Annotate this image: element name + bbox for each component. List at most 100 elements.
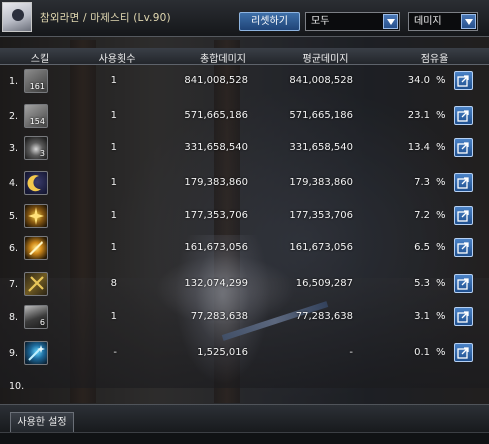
share-cell: 13.4 [407, 142, 430, 153]
share-cell: 6.5 [414, 242, 430, 253]
table-row: 4. 1 179,383,860 179,383,860 7.3 % [0, 167, 489, 199]
open-detail-icon[interactable] [454, 307, 473, 326]
share-cell: 0.1 [414, 347, 430, 358]
uses-cell: 1 [110, 242, 117, 253]
column-header-uses: 사용횟수 [98, 54, 136, 65]
open-detail-icon[interactable] [454, 238, 473, 257]
table-row: 6. 1 161,673,056 161,673,056 6.5 % [0, 232, 489, 264]
total-damage-cell: 331,658,540 [184, 142, 248, 153]
skill-9-icon [24, 341, 48, 365]
skill-2-icon: 154 [24, 104, 48, 128]
table-row: 3. 3 1 331,658,540 331,658,540 13.4 % [0, 132, 489, 164]
magic-wand-icon [28, 345, 45, 361]
column-header-share: 점유율 [420, 54, 449, 65]
scope-select-value: 모두 [311, 16, 330, 27]
sword-burst-icon [28, 207, 44, 225]
table-row: 7. 8 132,074,299 16,509,287 5.3 % [0, 268, 489, 300]
total-damage-cell: 77,283,638 [190, 311, 248, 322]
open-detail-icon[interactable] [454, 343, 473, 362]
row-index: 1. [9, 76, 19, 87]
percent-sign: % [436, 242, 446, 253]
average-damage-cell: 16,509,287 [295, 278, 353, 289]
reset-button[interactable]: 리셋하기 [239, 12, 300, 31]
share-cell: 23.1 [407, 110, 430, 121]
total-damage-cell: 177,353,706 [184, 210, 248, 221]
uses-cell: - [113, 347, 117, 358]
row-index: 5. [9, 211, 19, 222]
skill-6-icon [24, 236, 48, 260]
total-damage-cell: 1,525,016 [197, 347, 248, 358]
skill-icon-label: 6 [39, 318, 45, 327]
skill-icon-label: 154 [29, 117, 45, 126]
tab-used-settings[interactable]: 사용한 설정 [10, 412, 74, 432]
table-row: 9. - 1,525,016 - 0.1 % [0, 337, 489, 369]
share-cell: 3.1 [414, 311, 430, 322]
skill-7-icon [24, 272, 48, 296]
table-header: 스킬 사용횟수 총합데미지 평균데미지 점유율 [0, 48, 489, 65]
row-index: 10. [9, 381, 25, 392]
skill-icon-label: 3 [39, 149, 45, 158]
column-header-total-damage: 총합데미지 [200, 54, 246, 65]
share-cell: 5.3 [414, 278, 430, 289]
average-damage-cell: 77,283,638 [295, 311, 353, 322]
percent-sign: % [436, 142, 446, 153]
uses-cell: 1 [110, 311, 117, 322]
percent-sign: % [436, 347, 446, 358]
percent-sign: % [436, 210, 446, 221]
character-name: 참외라면 / 마제스티 (Lv.90) [40, 12, 171, 24]
table-row: 8. 6 1 77,283,638 77,283,638 3.1 % [0, 301, 489, 333]
total-damage-cell: 161,673,056 [184, 242, 248, 253]
percent-sign: % [436, 110, 446, 121]
average-damage-cell: - [349, 347, 353, 358]
total-damage-cell: 179,383,860 [184, 177, 248, 188]
average-damage-cell: 571,665,186 [289, 110, 353, 121]
row-index: 6. [9, 243, 19, 254]
skill-icon-label: 161 [29, 82, 45, 91]
table-row: 2. 154 1 571,665,186 571,665,186 23.1 % [0, 100, 489, 132]
slash-icon [29, 241, 43, 255]
row-index: 7. [9, 279, 19, 290]
total-damage-cell: 841,008,528 [184, 75, 248, 86]
open-detail-icon[interactable] [454, 173, 473, 192]
total-damage-cell: 571,665,186 [184, 110, 248, 121]
scope-select[interactable]: 모두 [305, 12, 400, 31]
average-damage-cell: 179,383,860 [289, 177, 353, 188]
average-damage-cell: 161,673,056 [289, 242, 353, 253]
open-detail-icon[interactable] [454, 206, 473, 225]
row-index: 9. [9, 348, 19, 359]
row-index: 3. [9, 143, 19, 154]
average-damage-cell: 841,008,528 [289, 75, 353, 86]
percent-sign: % [436, 311, 446, 322]
row-index: 4. [9, 178, 19, 189]
uses-cell: 1 [110, 75, 117, 86]
skill-8-icon: 6 [24, 305, 48, 329]
open-detail-icon[interactable] [454, 138, 473, 157]
chevron-down-icon[interactable] [383, 14, 398, 29]
uses-cell: 8 [110, 278, 117, 289]
share-cell: 7.3 [414, 177, 430, 188]
table-row: 1. 161 1 841,008,528 841,008,528 34.0 % [0, 65, 489, 97]
total-damage-cell: 132,074,299 [184, 278, 248, 289]
panel-topbar: 참외라면 / 마제스티 (Lv.90) 리셋하기 모두 데미지 [0, 0, 489, 37]
uses-cell: 1 [110, 210, 117, 221]
metric-select-value: 데미지 [414, 16, 442, 27]
skill-1-icon: 161 [24, 69, 48, 93]
skill-3-icon: 3 [24, 136, 48, 160]
open-detail-icon[interactable] [454, 71, 473, 90]
uses-cell: 1 [110, 177, 117, 188]
metric-select[interactable]: 데미지 [408, 12, 478, 31]
percent-sign: % [436, 278, 446, 289]
table-row: 5. 1 177,353,706 177,353,706 7.2 % [0, 200, 489, 232]
skill-4-icon [24, 171, 48, 195]
crossed-swords-icon [28, 276, 44, 292]
row-index: 8. [9, 312, 19, 323]
row-index: 2. [9, 111, 19, 122]
open-detail-icon[interactable] [454, 106, 473, 125]
percent-sign: % [436, 75, 446, 86]
open-detail-icon[interactable] [454, 274, 473, 293]
share-cell: 34.0 [407, 75, 430, 86]
chevron-down-icon[interactable] [461, 14, 476, 29]
skill-5-icon [24, 204, 48, 228]
average-damage-cell: 331,658,540 [289, 142, 353, 153]
bottom-strip [0, 432, 489, 444]
